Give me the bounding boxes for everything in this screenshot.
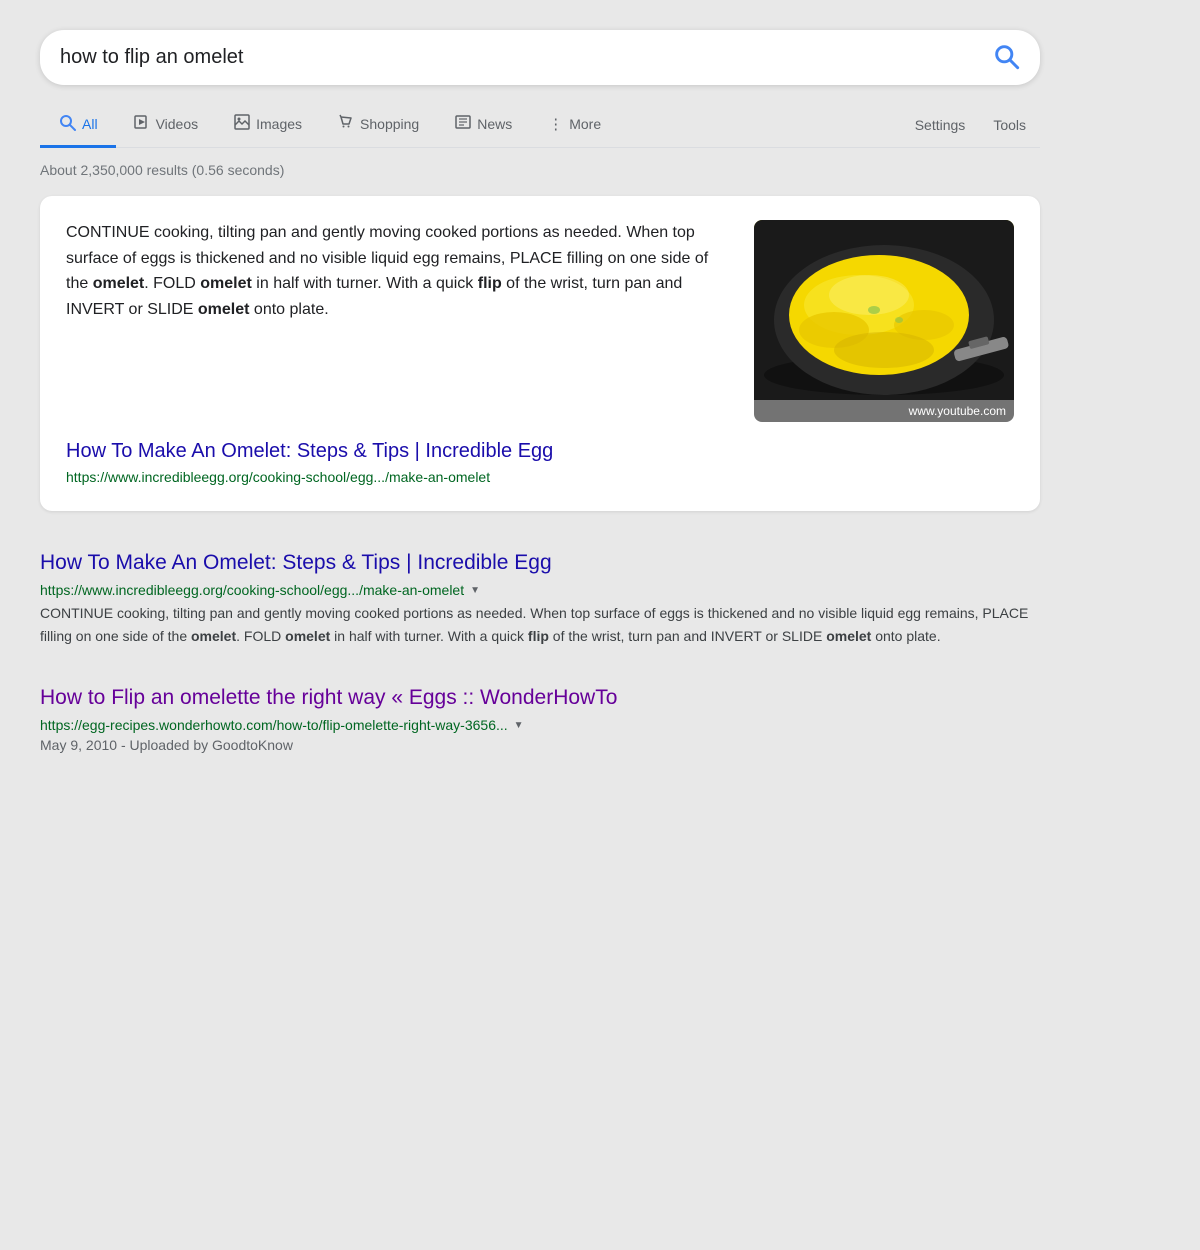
- featured-url: https://www.incredibleegg.org/cooking-sc…: [66, 469, 490, 485]
- snippet-mid2: in half with turner. With a quick: [252, 275, 478, 292]
- result-item-2: How to Flip an omelette the right way « …: [40, 666, 1040, 772]
- nav-tabs: All Videos Images: [40, 103, 1040, 148]
- r1-m1: . FOLD: [236, 628, 285, 644]
- images-icon: [234, 114, 250, 134]
- nav-right: Settings Tools: [901, 107, 1040, 143]
- tab-all-label: All: [82, 116, 98, 132]
- search-results: How To Make An Omelet: Steps & Tips | In…: [40, 531, 1040, 772]
- tab-images[interactable]: Images: [216, 104, 320, 147]
- snippet-bold2: omelet: [200, 275, 252, 292]
- r1-m2: in half with turner. With a quick: [330, 628, 528, 644]
- omelet-svg: [754, 220, 1014, 400]
- news-icon: [455, 114, 471, 134]
- r1-b4: omelet: [826, 628, 871, 644]
- r1-after: onto plate.: [871, 628, 940, 644]
- tab-images-label: Images: [256, 116, 302, 132]
- tab-all[interactable]: All: [40, 103, 116, 148]
- tab-shopping-label: Shopping: [360, 116, 419, 132]
- r1-b3: flip: [528, 628, 549, 644]
- result-url-line-2: https://egg-recipes.wonderhowto.com/how-…: [40, 717, 1040, 733]
- more-icon: ⋮: [548, 115, 563, 133]
- tab-more-label: More: [569, 116, 601, 132]
- search-icon: [992, 42, 1020, 70]
- tab-more[interactable]: ⋮ More: [530, 105, 619, 146]
- r1-b1: omelet: [191, 628, 236, 644]
- result-dropdown-1[interactable]: ▼: [470, 585, 480, 596]
- snippet-text-after: onto plate.: [249, 301, 328, 318]
- search-button[interactable]: [992, 42, 1020, 73]
- result-title-1[interactable]: How To Make An Omelet: Steps & Tips | In…: [40, 549, 1040, 576]
- results-count: About 2,350,000 results (0.56 seconds): [40, 162, 1040, 178]
- featured-image: [754, 220, 1014, 400]
- featured-content: CONTINUE cooking, tilting pan and gently…: [66, 220, 1014, 422]
- search-bar: how to flip an omelet: [40, 30, 1040, 85]
- settings-link[interactable]: Settings: [901, 107, 980, 143]
- shopping-icon: [338, 114, 354, 134]
- tools-link[interactable]: Tools: [979, 107, 1040, 143]
- tab-shopping[interactable]: Shopping: [320, 104, 437, 147]
- tab-videos[interactable]: Videos: [116, 104, 217, 147]
- result-item: How To Make An Omelet: Steps & Tips | In…: [40, 531, 1040, 666]
- result-snippet-1: CONTINUE cooking, tilting pan and gently…: [40, 602, 1040, 647]
- result-date-2: May 9, 2010 - Uploaded by GoodtoKnow: [40, 737, 1040, 753]
- snippet-mid1: . FOLD: [144, 275, 200, 292]
- tab-news[interactable]: News: [437, 104, 530, 147]
- featured-title[interactable]: How To Make An Omelet: Steps & Tips | In…: [66, 440, 1014, 463]
- r1-b2: omelet: [285, 628, 330, 644]
- result-dropdown-2[interactable]: ▼: [514, 720, 524, 731]
- snippet-bold4: omelet: [198, 301, 250, 318]
- result-url-1[interactable]: https://www.incredibleegg.org/cooking-sc…: [40, 582, 464, 598]
- snippet-bold1: omelet: [93, 275, 145, 292]
- result-url-line-1: https://www.incredibleegg.org/cooking-sc…: [40, 582, 1040, 598]
- tab-videos-label: Videos: [156, 116, 199, 132]
- result-url-2[interactable]: https://egg-recipes.wonderhowto.com/how-…: [40, 717, 508, 733]
- tab-news-label: News: [477, 116, 512, 132]
- featured-image-wrapper: www.youtube.com: [754, 220, 1014, 422]
- result-title-2[interactable]: How to Flip an omelette the right way « …: [40, 684, 1040, 711]
- r1-m3: of the wrist, turn pan and INVERT or SLI…: [549, 628, 826, 644]
- videos-icon: [134, 114, 150, 134]
- featured-text: CONTINUE cooking, tilting pan and gently…: [66, 220, 734, 322]
- featured-snippet: CONTINUE cooking, tilting pan and gently…: [40, 196, 1040, 511]
- featured-image-source: www.youtube.com: [754, 400, 1014, 422]
- search-input[interactable]: how to flip an omelet: [60, 46, 992, 69]
- all-icon: [58, 113, 76, 135]
- snippet-bold3: flip: [478, 275, 502, 292]
